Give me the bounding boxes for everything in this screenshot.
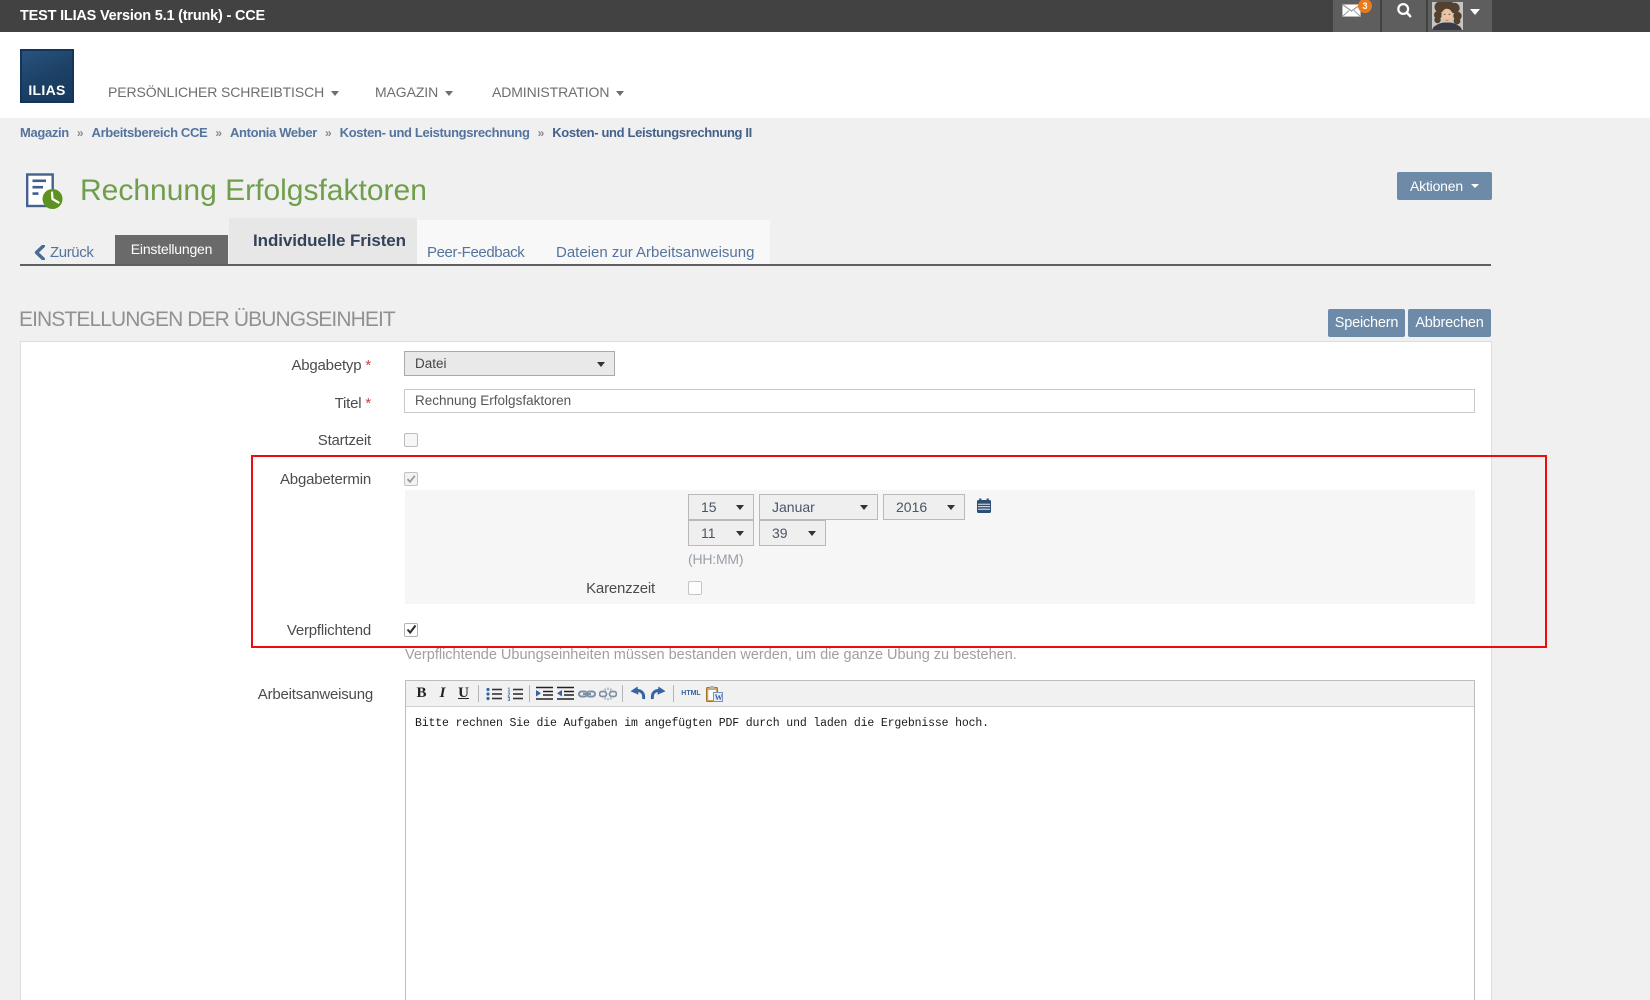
- svg-text:3: 3: [507, 697, 510, 701]
- svg-text:W: W: [715, 693, 723, 702]
